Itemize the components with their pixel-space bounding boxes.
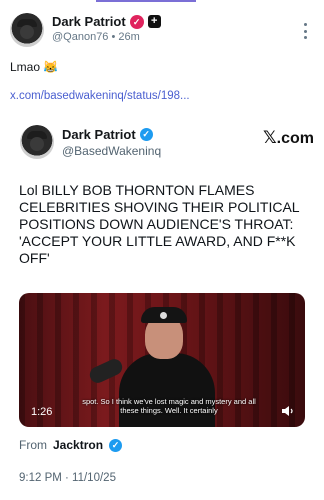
top-accent-bar xyxy=(96,0,196,2)
video-subtitle: spot. So I think we've lost magic and my… xyxy=(82,397,256,415)
embedded-name-line: Dark Patriot ✓ xyxy=(62,127,153,142)
verified-badge-icon: ✓ xyxy=(139,128,153,141)
volume-icon[interactable] xyxy=(281,405,295,417)
more-vertical-icon[interactable] xyxy=(302,23,308,39)
author-display-name[interactable]: Dark Patriot xyxy=(52,14,126,29)
embedded-post-card[interactable]: Dark Patriot ✓ @BasedWakeninq 𝕏.com Lol … xyxy=(10,110,314,500)
post-link[interactable]: x.com/basedwakeninq/status/198... xyxy=(10,90,190,102)
avatar[interactable] xyxy=(10,13,44,47)
post-text: Lmao 😹 xyxy=(10,60,59,74)
plus-square-icon: + xyxy=(147,15,161,28)
video-player[interactable]: spot. So I think we've lost magic and my… xyxy=(19,293,305,427)
embedded-post-text: Lol BILLY BOB THORNTON FLAMES CELEBRITIE… xyxy=(19,182,300,266)
from-name[interactable]: Jacktron xyxy=(53,438,103,452)
verified-badge-icon: ✓ xyxy=(129,14,144,29)
embedded-display-name[interactable]: Dark Patriot xyxy=(62,127,136,142)
from-attribution: From Jacktron ✓ xyxy=(19,438,123,452)
embedded-handle: @BasedWakeninq xyxy=(62,144,162,158)
embedded-avatar[interactable] xyxy=(20,125,54,159)
from-label: From xyxy=(19,438,47,452)
video-duration: 1:26 xyxy=(31,406,53,418)
post-timestamp[interactable]: 9:12 PM · 11/10/25 xyxy=(19,472,116,484)
author-handle-time: @Qanon76 • 26m xyxy=(52,31,140,43)
x-logo-icon: 𝕏.com xyxy=(262,128,314,148)
post-header: Dark Patriot ✓ + @Qanon76 • 26m xyxy=(10,13,314,47)
verified-badge-icon: ✓ xyxy=(109,438,123,452)
author-name-line: Dark Patriot ✓ + xyxy=(52,14,161,29)
